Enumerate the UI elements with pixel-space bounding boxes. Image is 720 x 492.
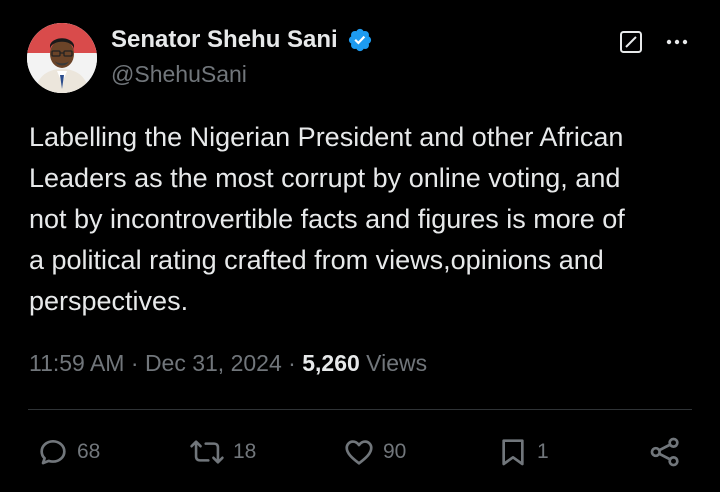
like-count: 90: [383, 440, 407, 463]
share-button[interactable]: [648, 430, 682, 474]
author-display-name[interactable]: Senator Shehu Sani: [111, 26, 338, 54]
repost-count: 18: [233, 440, 257, 463]
tweet-text: Labelling the Nigerian President and oth…: [29, 122, 625, 316]
heart-icon: [345, 440, 373, 465]
bookmark-count: 1: [537, 440, 549, 463]
profile-photo-icon: [27, 23, 97, 93]
more-icon[interactable]: [664, 30, 690, 54]
share-icon: [650, 437, 679, 467]
like-button[interactable]: 90: [343, 430, 406, 474]
divider: [28, 409, 692, 410]
meta-separator: ·: [288, 350, 296, 376]
bookmark-button[interactable]: 1: [497, 430, 549, 474]
repost-button[interactable]: 18: [189, 430, 256, 474]
tweet-meta: 11:59 AM · Dec 31, 2024 · 5,260 Views: [29, 350, 427, 377]
action-bar: 68 18 90 1: [0, 430, 720, 474]
reply-button[interactable]: 68: [37, 430, 100, 474]
reply-icon: [40, 440, 66, 465]
repost-icon: [190, 440, 224, 464]
grok-icon[interactable]: [619, 30, 643, 54]
author-name-row: Senator Shehu Sani: [111, 26, 373, 54]
reply-count: 68: [77, 440, 101, 463]
meta-separator: ·: [130, 350, 139, 376]
tweet-date[interactable]: Dec 31, 2024: [145, 350, 282, 376]
bookmark-icon: [502, 439, 524, 466]
verified-badge-icon[interactable]: [347, 27, 373, 53]
views-label: Views: [366, 350, 428, 376]
author-handle[interactable]: @ShehuSani: [111, 61, 247, 88]
views-count[interactable]: 5,260: [302, 350, 360, 376]
avatar[interactable]: [27, 23, 97, 93]
tweet-time[interactable]: 11:59 AM: [29, 350, 124, 376]
tweet-detail: Senator Shehu Sani @ShehuSani Labelling …: [0, 0, 720, 492]
